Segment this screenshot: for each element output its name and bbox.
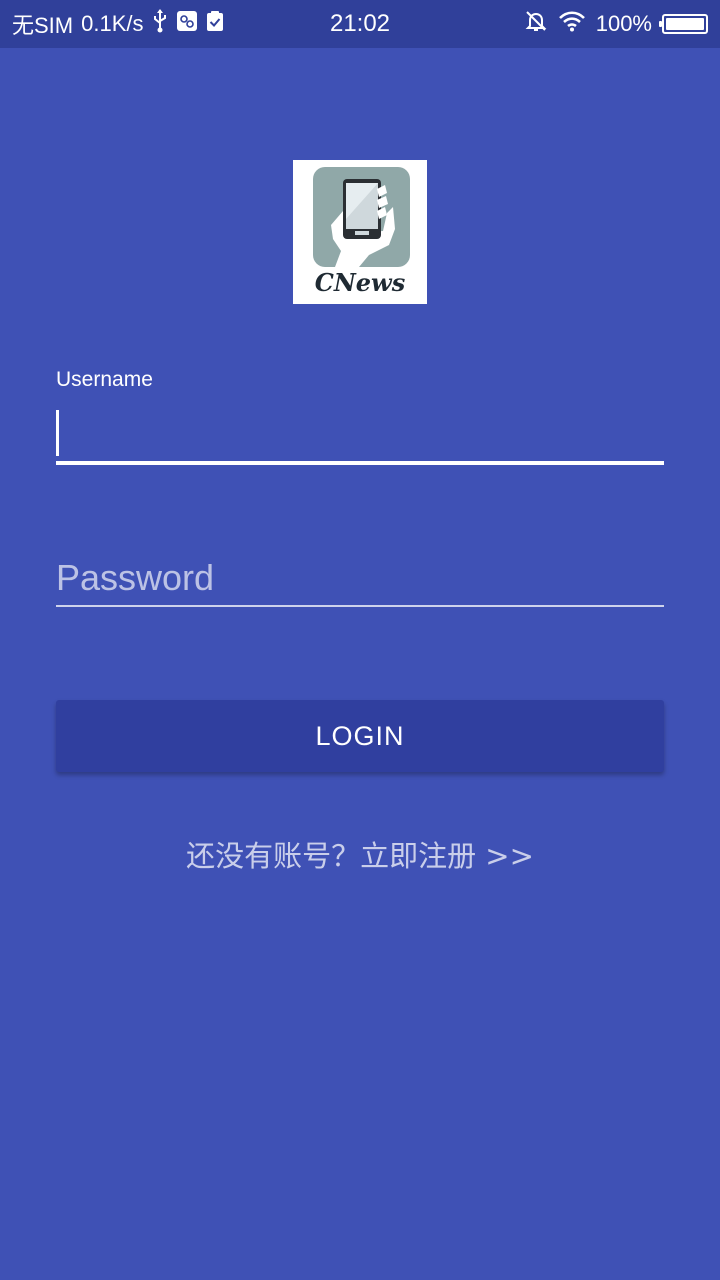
debug-icon bbox=[176, 10, 198, 38]
username-label: Username bbox=[56, 368, 153, 391]
status-bar-left: 无SIM 0.1K/s bbox=[12, 0, 224, 48]
login-button[interactable]: LOGIN bbox=[56, 700, 664, 772]
usb-icon bbox=[152, 9, 168, 39]
username-input[interactable] bbox=[56, 404, 664, 462]
password-underline bbox=[56, 605, 664, 607]
battery-icon bbox=[659, 14, 708, 34]
app-logo: CNews bbox=[293, 160, 427, 304]
status-bar-right: 100% bbox=[524, 0, 708, 48]
battery-percent: 100% bbox=[595, 11, 652, 36]
register-link[interactable]: 还没有账号？立即注册 >> bbox=[0, 832, 720, 880]
network-speed: 0.1K/s bbox=[81, 11, 144, 36]
clipboard-check-icon bbox=[206, 10, 224, 38]
bell-off-icon bbox=[524, 9, 548, 39]
logo-wordmark: CNews bbox=[314, 268, 406, 297]
wifi-icon bbox=[558, 10, 586, 38]
phone-in-hand-icon bbox=[313, 167, 410, 267]
status-bar: 无SIM 0.1K/s 21:02 100% bbox=[0, 0, 720, 48]
username-underline bbox=[56, 461, 664, 465]
text-cursor bbox=[56, 410, 59, 456]
battery-fill bbox=[666, 18, 704, 30]
carrier-label: 无SIM bbox=[12, 13, 74, 38]
password-input[interactable] bbox=[56, 552, 664, 604]
